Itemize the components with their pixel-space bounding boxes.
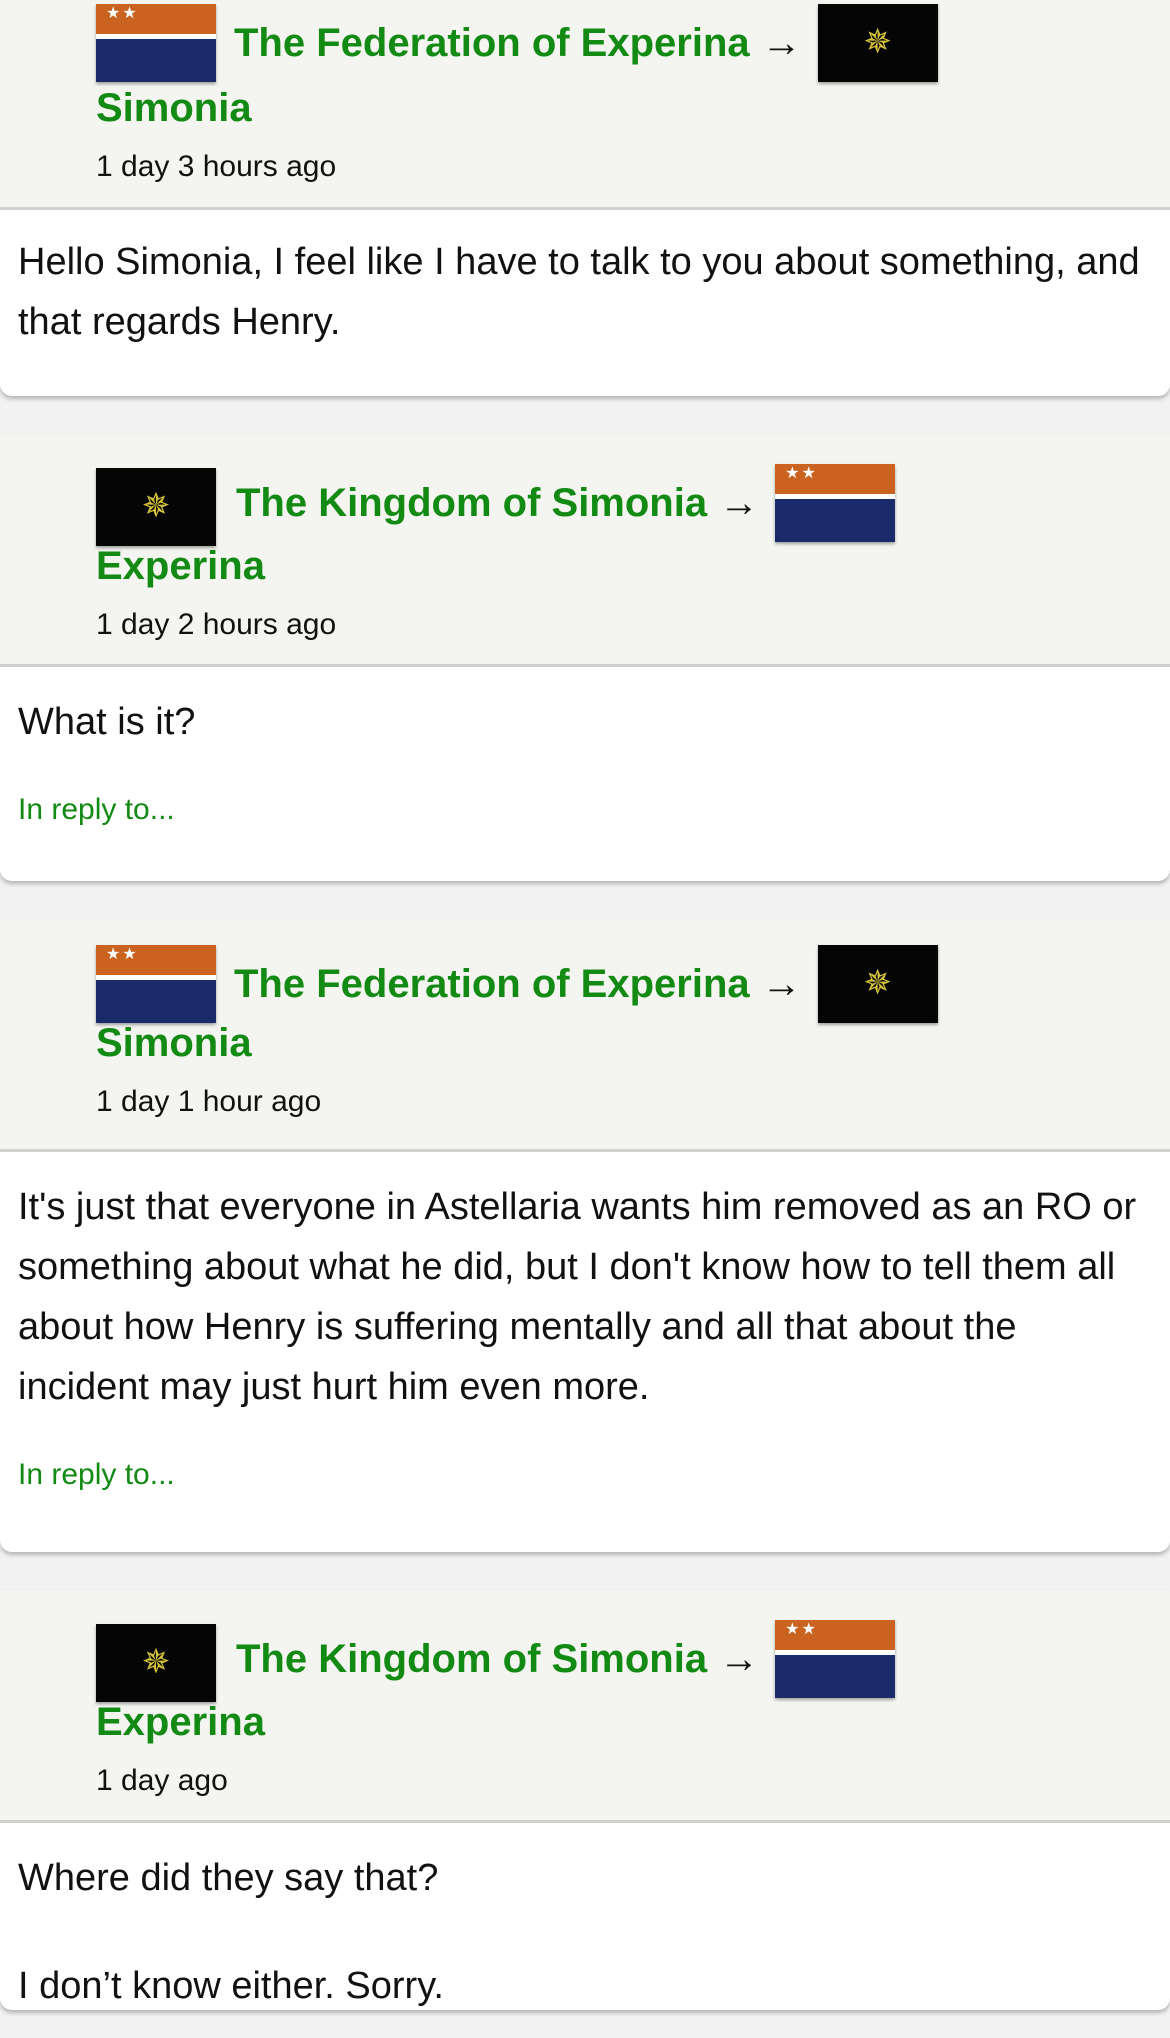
- recipient-link[interactable]: Experina: [96, 1698, 1170, 1746]
- message-card: ★★ The Federation of Experina → ✵ Simoni…: [0, 0, 1170, 396]
- message-text: It's just that everyone in Astellaria wa…: [18, 1186, 1137, 1408]
- simonia-flag-icon[interactable]: ✵: [96, 468, 216, 546]
- message-text: Hello Simonia, I feel like I have to tal…: [18, 241, 1140, 343]
- message-timestamp: 1 day 3 hours ago: [96, 150, 337, 183]
- simonia-flag-icon[interactable]: ✵: [96, 1624, 216, 1702]
- message-timestamp: 1 day 2 hours ago: [96, 608, 337, 641]
- arrow-icon: →: [761, 962, 802, 1006]
- message-list: ★★ The Federation of Experina → ✵ Simoni…: [0, 0, 1170, 2010]
- message-text: What is it?: [18, 701, 196, 743]
- sender-link[interactable]: The Kingdom of Simonia: [236, 1635, 707, 1683]
- message-timestamp: 1 day 1 hour ago: [96, 1085, 322, 1118]
- sender-link[interactable]: The Federation of Experina: [234, 19, 750, 67]
- message-text: Where did they say that?: [18, 1857, 439, 1899]
- message-header: ✵ The Kingdom of Simonia → ★★ Experina 1…: [0, 1590, 1170, 1823]
- message-body: Where did they say that? I don’t know ei…: [0, 1823, 1170, 2010]
- recipient-link[interactable]: Simonia: [96, 84, 1170, 132]
- message-header: ★★ The Federation of Experina → ✵ Simoni…: [0, 0, 1170, 210]
- arrow-icon: →: [761, 21, 802, 65]
- arrow-icon: →: [719, 481, 760, 525]
- message-header: ★★ The Federation of Experina → ✵ Simoni…: [0, 919, 1170, 1152]
- sender-link[interactable]: The Kingdom of Simonia: [236, 479, 707, 527]
- experina-flag-icon[interactable]: ★★: [775, 1620, 896, 1698]
- message-card: ✵ The Kingdom of Simonia → ★★ Experina 1…: [0, 1590, 1170, 2010]
- message-header: ✵ The Kingdom of Simonia → ★★ Experina 1…: [0, 434, 1170, 667]
- in-reply-to-link[interactable]: In reply to...: [18, 1457, 1152, 1493]
- message-timestamp: 1 day ago: [96, 1764, 228, 1797]
- experina-flag-icon[interactable]: ★★: [96, 4, 216, 82]
- recipient-link[interactable]: Experina: [96, 542, 1170, 590]
- experina-flag-icon[interactable]: ★★: [96, 945, 216, 1023]
- message-body: Hello Simonia, I feel like I have to tal…: [0, 210, 1170, 352]
- sender-link[interactable]: The Federation of Experina: [234, 960, 750, 1008]
- simonia-flag-icon[interactable]: ✵: [817, 945, 938, 1023]
- in-reply-to-link[interactable]: In reply to...: [18, 792, 1152, 828]
- simonia-flag-icon[interactable]: ✵: [817, 4, 938, 82]
- message-text: I don’t know either. Sorry.: [18, 1965, 444, 2007]
- recipient-link[interactable]: Simonia: [96, 1019, 1170, 1067]
- message-card: ✵ The Kingdom of Simonia → ★★ Experina 1…: [0, 434, 1170, 881]
- experina-flag-icon[interactable]: ★★: [775, 464, 896, 542]
- message-card: ★★ The Federation of Experina → ✵ Simoni…: [0, 919, 1170, 1552]
- arrow-icon: →: [719, 1637, 760, 1681]
- message-body: It's just that everyone in Astellaria wa…: [0, 1152, 1170, 1493]
- message-body: What is it? In reply to...: [0, 667, 1170, 828]
